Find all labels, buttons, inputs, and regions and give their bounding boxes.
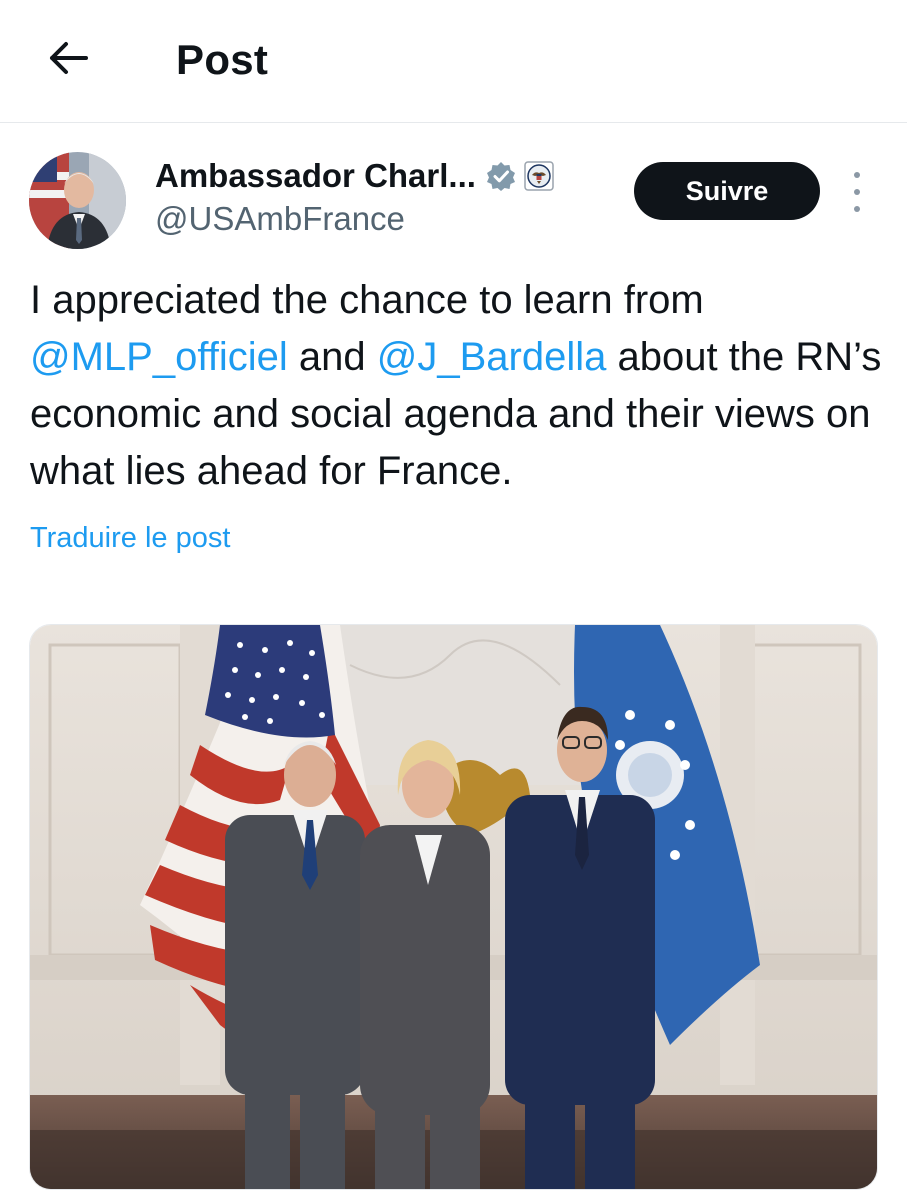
author-name[interactable]: Ambassador Charl... <box>155 157 476 195</box>
post-text-part: and <box>287 335 377 379</box>
page-title: Post <box>176 36 269 83</box>
post-media-photo[interactable] <box>29 624 878 1190</box>
post-text-part: I appreciated the chance to learn from <box>30 278 704 322</box>
more-vertical-icon <box>854 206 860 212</box>
more-vertical-icon <box>854 172 860 178</box>
arrow-left-icon <box>50 42 88 74</box>
more-options-button[interactable] <box>845 172 869 212</box>
back-button[interactable] <box>40 30 96 86</box>
mention-link-bardella[interactable]: @J_Bardella <box>377 335 607 379</box>
top-bar: Post <box>0 0 907 123</box>
avatar-image <box>29 152 126 249</box>
avatar[interactable] <box>29 152 126 249</box>
author-handle[interactable]: @USAmbFrance <box>155 200 405 238</box>
post-text: I appreciated the chance to learn from @… <box>30 272 890 500</box>
follow-button[interactable]: Suivre <box>634 162 820 220</box>
author-row: Ambassador Charl... <box>155 156 554 196</box>
more-vertical-icon <box>854 189 860 195</box>
state-department-seal-icon <box>524 161 554 191</box>
translate-post-link[interactable]: Traduire le post <box>30 522 230 555</box>
verified-badge-icon <box>486 161 516 191</box>
mention-link-mlp[interactable]: @MLP_officiel <box>30 335 288 379</box>
photo-image <box>30 625 877 1189</box>
